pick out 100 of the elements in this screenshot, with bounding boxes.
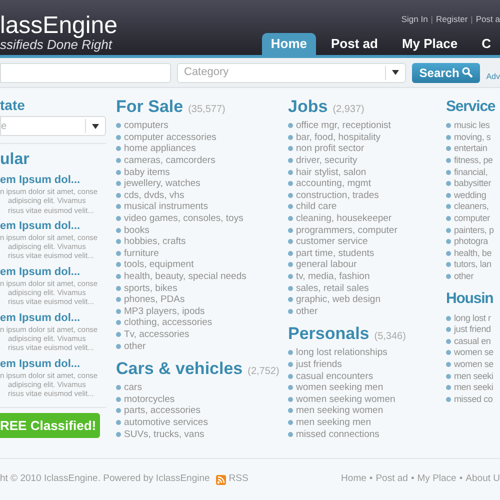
category-link[interactable]: other xyxy=(296,306,318,317)
category-link[interactable]: tv, media, fashion xyxy=(296,271,370,282)
site-logo[interactable]: lassEngine xyxy=(0,14,118,38)
nav-tab[interactable]: Home xyxy=(262,33,316,55)
post-title[interactable]: em Ipsum dol... xyxy=(0,356,106,371)
category-link[interactable]: women seeking women xyxy=(296,394,396,405)
category-link[interactable]: music les xyxy=(454,120,490,132)
category-link[interactable]: cars xyxy=(124,382,142,394)
category-link[interactable]: non profit sector xyxy=(296,143,364,154)
search-field[interactable] xyxy=(0,62,171,82)
category-link[interactable]: driver, security xyxy=(296,155,358,166)
category-link[interactable]: computers xyxy=(124,120,168,132)
category-link[interactable]: painters, p xyxy=(454,224,494,236)
category-link[interactable]: women seeking men xyxy=(296,382,384,394)
category-link[interactable]: Tv, accessories xyxy=(124,328,190,340)
category-link[interactable]: long lost r xyxy=(454,312,491,324)
category-link[interactable]: construction, trades xyxy=(296,190,379,201)
footer-link[interactable]: Home xyxy=(341,472,366,487)
category-link[interactable]: phones, PDAs xyxy=(124,294,185,306)
nav-tab[interactable]: My Place xyxy=(392,33,467,55)
category-link[interactable]: missed connections xyxy=(296,428,380,440)
post-free-button[interactable]: REE Classified! xyxy=(0,413,100,438)
category-link[interactable]: graphic, web design xyxy=(296,294,380,306)
category-link[interactable]: furniture xyxy=(124,248,159,259)
state-select[interactable]: e xyxy=(0,116,106,136)
post-title[interactable]: em Ipsum dol... xyxy=(0,310,106,325)
category-heading[interactable]: Housin xyxy=(446,288,494,310)
category-link[interactable]: financial, xyxy=(454,166,488,178)
category-link[interactable]: tools, equipment xyxy=(124,259,194,270)
category-link[interactable]: long lost relationships xyxy=(296,347,388,358)
category-link[interactable]: other xyxy=(454,271,474,282)
category-link[interactable]: books xyxy=(124,224,150,236)
category-link[interactable]: motorcycles xyxy=(124,394,175,405)
category-link[interactable]: casual encounters xyxy=(296,370,374,382)
category-link[interactable]: video games, consoles, toys xyxy=(124,213,244,224)
advanced-link[interactable]: Adv xyxy=(486,71,500,83)
category-heading[interactable]: Cars & vehicles xyxy=(116,358,243,380)
category-link[interactable]: babysitter xyxy=(454,178,492,190)
post-title[interactable]: em Ipsum dol... xyxy=(0,218,106,233)
category-link[interactable]: home appliances xyxy=(124,143,196,154)
category-link[interactable]: casual en xyxy=(454,336,491,347)
category-heading[interactable]: Service xyxy=(446,96,496,118)
category-link[interactable]: entertain xyxy=(454,143,488,154)
category-heading[interactable]: For Sale xyxy=(116,96,184,118)
category-link[interactable]: men seeki xyxy=(454,382,494,394)
category-link[interactable]: just friends xyxy=(296,358,342,370)
category-link[interactable]: general labour xyxy=(296,259,357,270)
category-link[interactable]: women se xyxy=(454,358,494,370)
top-link[interactable]: Sign In xyxy=(401,13,428,26)
nav-tab[interactable]: C xyxy=(472,33,500,55)
category-link[interactable]: clothing, accessories xyxy=(124,317,212,328)
category-link[interactable]: accounting, mgmt xyxy=(296,178,371,190)
category-link[interactable]: men seeki xyxy=(454,370,494,382)
footer-link[interactable]: About U xyxy=(466,472,500,487)
footer-link[interactable]: Post ad xyxy=(376,472,408,487)
category-select[interactable]: Category xyxy=(177,62,406,82)
category-link[interactable]: musical instruments xyxy=(124,201,208,212)
rss-link[interactable]: RSS xyxy=(228,472,248,487)
category-link[interactable]: MP3 players, ipods xyxy=(124,306,205,317)
category-heading[interactable]: Personals xyxy=(288,323,370,346)
search-button[interactable]: Search xyxy=(412,62,480,82)
category-link[interactable]: cleaning, housekeeper xyxy=(296,213,392,224)
category-link[interactable]: wedding xyxy=(454,190,486,201)
category-link[interactable]: hobbies, crafts xyxy=(124,236,186,248)
category-link[interactable]: fitness, pe xyxy=(454,155,493,166)
category-link[interactable]: computer xyxy=(454,213,490,224)
post-title[interactable]: em Ipsum dol... xyxy=(0,264,106,279)
category-link[interactable]: computer accessories xyxy=(124,132,216,143)
category-link[interactable]: moving, s xyxy=(454,132,491,143)
category-link[interactable]: men seeking women xyxy=(296,405,384,416)
category-link[interactable]: health, beauty, special needs xyxy=(124,271,246,282)
category-link[interactable]: health, be xyxy=(454,248,492,259)
category-link[interactable]: bar, food, hospitality xyxy=(296,132,380,143)
category-link[interactable]: baby items xyxy=(124,166,170,178)
top-link[interactable]: Post a xyxy=(476,13,500,26)
category-link[interactable]: hair stylist, salon xyxy=(296,166,366,178)
category-link[interactable]: parts, accessories xyxy=(124,405,201,416)
category-link[interactable]: part time, students xyxy=(296,248,374,259)
category-link[interactable]: just friend xyxy=(454,324,491,336)
post-title[interactable]: em Ipsum dol... xyxy=(0,173,106,187)
top-link[interactable]: Register xyxy=(436,13,468,26)
category-link[interactable]: women se xyxy=(454,347,494,358)
category-link[interactable]: customer service xyxy=(296,236,368,248)
category-link[interactable]: men seeking men xyxy=(296,416,371,428)
category-link[interactable]: missed co xyxy=(454,394,493,405)
category-link[interactable]: photogra xyxy=(454,236,488,248)
category-link[interactable]: office mgr, receptionist xyxy=(296,120,391,132)
category-link[interactable]: other xyxy=(124,340,146,352)
category-heading[interactable]: Jobs xyxy=(288,96,328,118)
category-link[interactable]: SUVs, trucks, vans xyxy=(124,428,204,440)
category-link[interactable]: cleaners, xyxy=(454,201,489,212)
category-link[interactable]: sales, retail sales xyxy=(296,282,369,294)
category-link[interactable]: jewellery, watches xyxy=(124,178,200,190)
category-link[interactable]: child care xyxy=(296,201,337,212)
category-link[interactable]: programmers, computer xyxy=(296,224,398,236)
category-link[interactable]: automotive services xyxy=(124,416,208,428)
category-link[interactable]: sports, bikes xyxy=(124,282,178,294)
category-link[interactable]: tutors, lan xyxy=(454,259,492,270)
category-link[interactable]: cds, dvds, vhs xyxy=(124,190,184,201)
nav-tab[interactable]: Post ad xyxy=(322,33,387,55)
